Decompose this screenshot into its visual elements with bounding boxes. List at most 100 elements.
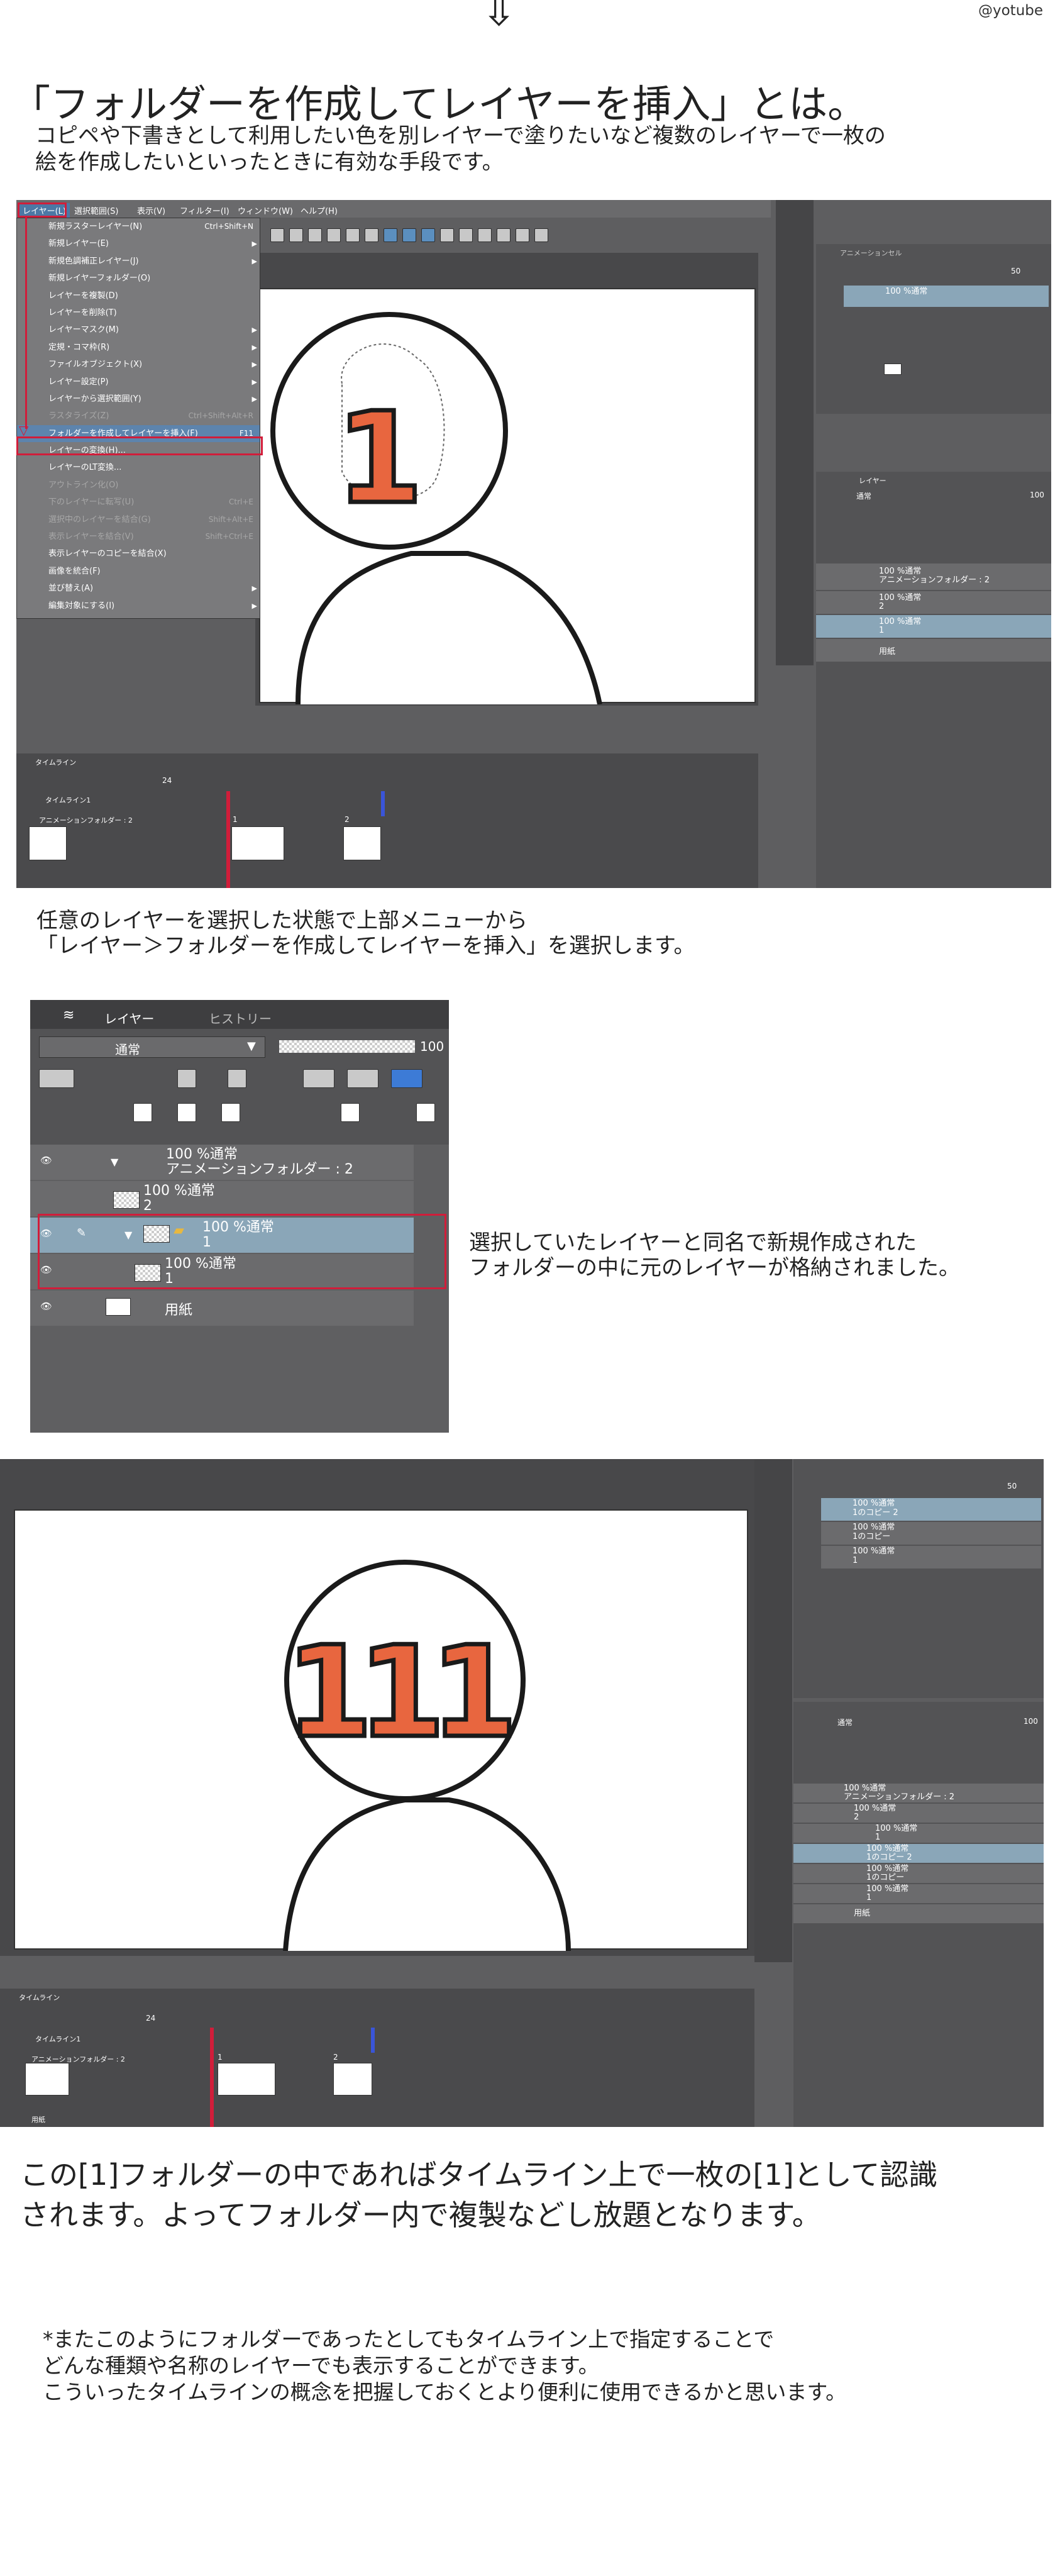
menu-help[interactable]: ヘルプ(H) (301, 204, 338, 216)
layer-row-selected[interactable]: 100 %通常 1 (816, 615, 1051, 638)
cel-row[interactable]: 100 %通常 1のコピー (821, 1522, 1041, 1545)
color-swatch-icon[interactable] (39, 1069, 74, 1088)
menu-item[interactable]: レイヤーを複製(D) (17, 287, 260, 304)
tool-icon[interactable] (289, 228, 303, 242)
menu-item[interactable]: 選択中のレイヤーを結合(G) Shift+Alt+E (17, 511, 260, 528)
end-marker[interactable] (381, 791, 385, 816)
layer-sub: 2 (879, 602, 885, 611)
menu-filter[interactable]: フィルター(I) (180, 204, 229, 216)
menu-item[interactable]: レイヤー設定(P) ▶ (17, 374, 260, 391)
layer-tools-row-1 (39, 1067, 441, 1092)
cel-panel-tab[interactable]: アニメーションセル (840, 248, 902, 258)
blend-mode[interactable]: 通常 (856, 491, 871, 501)
screenshot-2: ≋ レイヤー ヒストリー 通常 ▼ 100 👁 ▼ 100 %通常 アニメーショ… (30, 1000, 449, 1433)
menu-item[interactable]: 編集対象にする(I) ▶ (17, 597, 260, 614)
menu-item[interactable]: レイヤーから選択範囲(Y) ▶ (17, 391, 260, 408)
eye-icon[interactable]: 👁 (40, 1301, 52, 1312)
color-icon[interactable] (391, 1069, 422, 1088)
timeline-tab[interactable]: タイムライン (19, 1992, 60, 2002)
new-layer-icon[interactable] (133, 1103, 152, 1122)
blend-mode[interactable]: 通常 (837, 1717, 853, 1728)
menu-item[interactable]: アウトライン化(O) (17, 477, 260, 494)
menu-item[interactable]: レイヤーのLT変換... (17, 459, 260, 476)
history-tab[interactable]: ヒストリー (209, 1009, 272, 1027)
end-marker[interactable] (371, 2028, 375, 2053)
layer-row[interactable]: 100 %通常 1のコピー (793, 1864, 1044, 1883)
playhead[interactable] (226, 791, 230, 888)
tool-icon[interactable] (478, 228, 492, 242)
eye-icon[interactable]: 👁 (40, 1155, 52, 1166)
tool-icon[interactable] (327, 228, 341, 242)
menu-item[interactable]: ファイルオブジェクト(X) ▶ (17, 356, 260, 373)
cel-row[interactable]: 100 %通常 1 (821, 1546, 1041, 1568)
layer-row-folder[interactable]: 100 %通常 1 (793, 1824, 1044, 1843)
layer-row-paper[interactable]: 👁 用紙 (30, 1291, 414, 1326)
canvas[interactable]: 111 (14, 1509, 748, 1951)
mask-add-icon[interactable] (341, 1103, 360, 1122)
ruler-icon[interactable] (347, 1069, 378, 1088)
layer-sub: 1 (879, 626, 885, 635)
layer-row[interactable]: 100 %通常 アニメーションフォルダー : 2 (816, 564, 1051, 590)
layer-row[interactable]: 100 %通常 2 (816, 591, 1051, 614)
menu-selection[interactable]: 選択範囲(S) (74, 204, 118, 216)
cel-row-selected[interactable]: 100 %通常 (844, 286, 1049, 307)
layer-sub: アニメーションフォルダー : 2 (879, 575, 990, 585)
menu-item[interactable]: 新規色調補正レイヤー(J) ▶ (17, 253, 260, 270)
tool-icon[interactable] (270, 228, 284, 242)
menu-item[interactable]: 画像を統合(F) (17, 563, 260, 580)
trash-icon[interactable] (416, 1103, 435, 1122)
layer-row[interactable]: 用紙 (816, 639, 1051, 662)
mask-icon[interactable] (303, 1069, 334, 1088)
folder-expand-icon[interactable]: ▼ (111, 1156, 118, 1168)
tool-icon[interactable] (308, 228, 322, 242)
tool-icon[interactable] (346, 228, 360, 242)
layer-row-selected[interactable]: 100 %通常 1のコピー 2 (793, 1844, 1044, 1863)
tool-icon[interactable] (516, 228, 529, 242)
playhead[interactable] (210, 2028, 214, 2127)
menu-item[interactable]: 表示レイヤーのコピーを結合(X) (17, 545, 260, 562)
blend-mode-select[interactable]: 通常 ▼ (39, 1036, 265, 1058)
timeline-name[interactable]: タイムライン1 (35, 2034, 80, 2044)
menu-item[interactable]: 並び替え(A) ▶ (17, 580, 260, 597)
cel-row-selected[interactable]: 100 %通常 1のコピー 2 (821, 1498, 1041, 1521)
menu-item[interactable]: 新規ラスターレイヤー(N) Ctrl+Shift+N (17, 218, 260, 235)
menu-item[interactable]: レイヤーを削除(T) (17, 304, 260, 321)
tool-icon[interactable] (497, 228, 511, 242)
menu-item-shortcut: Shift+Alt+E (208, 514, 253, 524)
menu-item[interactable]: 表示レイヤーを結合(V) Shift+Ctrl+E (17, 528, 260, 545)
tool-icon[interactable] (384, 228, 397, 242)
layer-row[interactable]: 100 %通常 アニメーションフォルダー : 2 (793, 1784, 1044, 1802)
menu-item[interactable]: 新規レイヤー(E) ▶ (17, 235, 260, 252)
timeline-tab[interactable]: タイムライン (35, 757, 76, 767)
opacity-slider[interactable] (279, 1040, 415, 1053)
timeline-name[interactable]: タイムライン1 (45, 795, 91, 805)
canvas[interactable]: 1 (259, 288, 756, 704)
copy-layer-icon[interactable] (221, 1103, 240, 1122)
layer-row[interactable]: 100 %通常 2 (793, 1804, 1044, 1823)
layer-row[interactable]: 100 %通常 2 (30, 1181, 414, 1216)
menu-item[interactable]: レイヤーマスク(M) ▶ (17, 321, 260, 338)
menu-item[interactable]: 下のレイヤーに転写(U) Ctrl+E (17, 494, 260, 511)
layer-tab[interactable]: レイヤー (104, 1009, 154, 1027)
lock-icon[interactable] (228, 1069, 246, 1088)
note-line-3: こういったタイムラインの概念を把握しておくとより便利に使用できるかと思います。 (43, 2380, 847, 2404)
tool-icon[interactable] (459, 228, 473, 242)
pen-icon[interactable] (177, 1069, 196, 1088)
menu-item[interactable]: 新規レイヤーフォルダー(O) (17, 270, 260, 287)
new-folder-icon[interactable] (177, 1103, 196, 1122)
tool-icon[interactable] (421, 228, 435, 242)
opacity-value[interactable]: 100 (1024, 1717, 1038, 1726)
tool-icon[interactable] (402, 228, 416, 242)
tool-icon[interactable] (440, 228, 454, 242)
layer-tab[interactable]: レイヤー (859, 475, 886, 486)
menu-item[interactable]: ラスタライズ(Z) Ctrl+Shift+Alt+R (17, 408, 260, 425)
layer-row-paper[interactable]: 用紙 (793, 1904, 1044, 1923)
layer-row-anim-folder[interactable]: 👁 ▼ 100 %通常 アニメーションフォルダー : 2 (30, 1145, 414, 1180)
menu-view[interactable]: 表示(V) (137, 204, 165, 216)
menu-window[interactable]: ウィンドウ(W) (238, 204, 293, 216)
tool-icon[interactable] (365, 228, 378, 242)
layer-row[interactable]: 100 %通常 1 (793, 1884, 1044, 1903)
menu-item[interactable]: 定規・コマ枠(R) ▶ (17, 339, 260, 356)
opacity-value[interactable]: 100 (1030, 491, 1044, 499)
tool-icon[interactable] (534, 228, 548, 242)
